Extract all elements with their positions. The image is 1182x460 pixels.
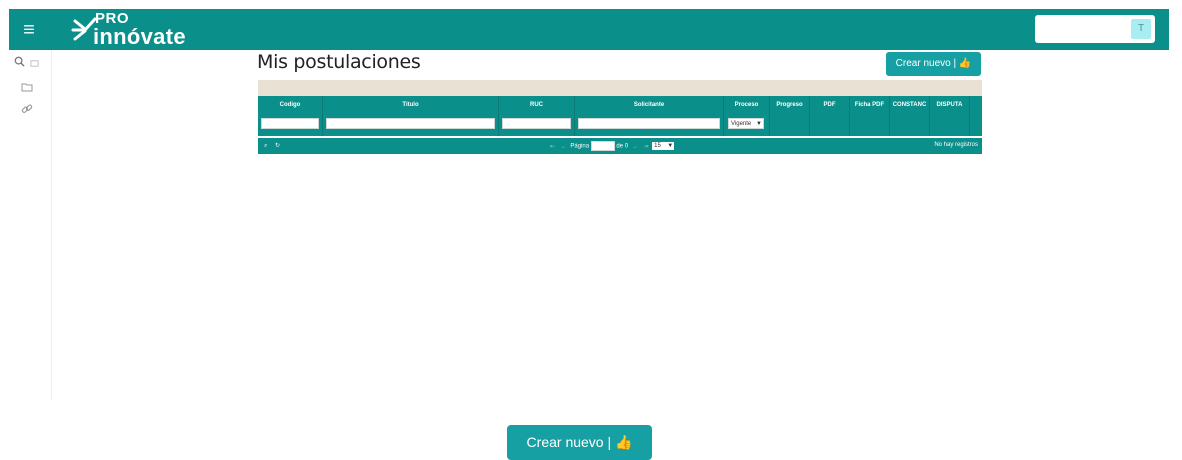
next-page-icon[interactable]: → [632, 144, 638, 150]
collapse-icon[interactable] [30, 57, 39, 71]
create-new-bottom-button[interactable]: Crear nuevo | 👍 [507, 425, 652, 460]
search-icon[interactable]: ⌕ [264, 143, 267, 149]
chevron-down-icon: ▼ [667, 143, 674, 149]
column-ruc[interactable]: RUC [499, 96, 575, 136]
sidebar [9, 50, 52, 400]
column-codigo[interactable]: Codigo [258, 96, 323, 136]
column-label: CONSTANC [892, 102, 927, 108]
folder-icon[interactable] [21, 81, 33, 95]
page-title: Mis postulaciones [257, 51, 421, 73]
grid-pager: ⌕ ↻ ⇤ ← Página 0 de 0 → ⇥ 15 ▼ No hay re… [258, 138, 982, 154]
column-ficha-pdf[interactable]: Ficha PDF [850, 96, 890, 136]
column-label: Solicitante [633, 102, 665, 108]
applications-grid-header: Codigo Titulo RUC Solicitante Proceso Vi… [258, 96, 982, 136]
top-navbar: ≡ PRO innóvate T [9, 9, 1169, 50]
link-icon[interactable] [21, 103, 33, 118]
codigo-filter-input[interactable] [261, 118, 319, 129]
titulo-filter-input[interactable] [326, 118, 495, 129]
avatar[interactable]: T [1131, 19, 1151, 39]
first-page-icon[interactable]: ⇤ [550, 144, 555, 150]
page-label: Página [570, 143, 590, 150]
page-count-label: de 0 [616, 143, 629, 150]
pager-controls: ⇤ ← Página 0 de 0 → ⇥ 15 ▼ [548, 141, 675, 151]
ruc-filter-input[interactable] [502, 118, 571, 129]
grid-caption-bar [258, 80, 982, 96]
column-label: RUC [530, 102, 543, 108]
column-label: Progreso [776, 102, 803, 108]
column-pdf[interactable]: PDF [810, 96, 850, 136]
no-records-label: No hay registros [934, 142, 978, 148]
column-label: Proceso [734, 102, 759, 108]
refresh-icon[interactable]: ↻ [275, 143, 280, 149]
column-solicitante[interactable]: Solicitante [575, 96, 724, 136]
column-disputa[interactable]: DISPUTA [930, 96, 970, 136]
last-page-icon[interactable]: ⇥ [643, 144, 648, 150]
column-proceso[interactable]: Proceso Vigente ▼ [724, 96, 770, 136]
prev-page-icon[interactable]: ← [561, 144, 567, 150]
column-label: Codigo [279, 102, 301, 108]
proceso-filter-value: Vigente [731, 121, 752, 127]
search-icon[interactable] [14, 56, 25, 70]
hamburger-menu-icon[interactable]: ≡ [17, 18, 41, 42]
column-label: PDF [823, 102, 836, 108]
chevron-down-icon: ▼ [756, 121, 762, 127]
logo-name-text: innóvate [93, 24, 186, 49]
column-label: Ficha PDF [854, 102, 885, 108]
user-menu[interactable]: T [1035, 15, 1155, 43]
column-label: DISPUTA [936, 102, 963, 108]
column-constancia[interactable]: CONSTANC [890, 96, 930, 136]
column-titulo[interactable]: Titulo [323, 96, 499, 136]
rows-per-page-value: 15 [654, 143, 661, 149]
column-progreso[interactable]: Progreso [770, 96, 810, 136]
pager-left-tools: ⌕ ↻ [264, 142, 280, 150]
page-number-input[interactable]: 0 [590, 141, 615, 151]
create-new-button[interactable]: Crear nuevo | 👍 [886, 52, 981, 76]
column-label: Titulo [402, 102, 419, 108]
proceso-filter-select[interactable]: Vigente ▼ [728, 118, 764, 129]
solicitante-filter-input[interactable] [578, 118, 720, 129]
rows-per-page-select[interactable]: 15 ▼ [652, 142, 675, 150]
